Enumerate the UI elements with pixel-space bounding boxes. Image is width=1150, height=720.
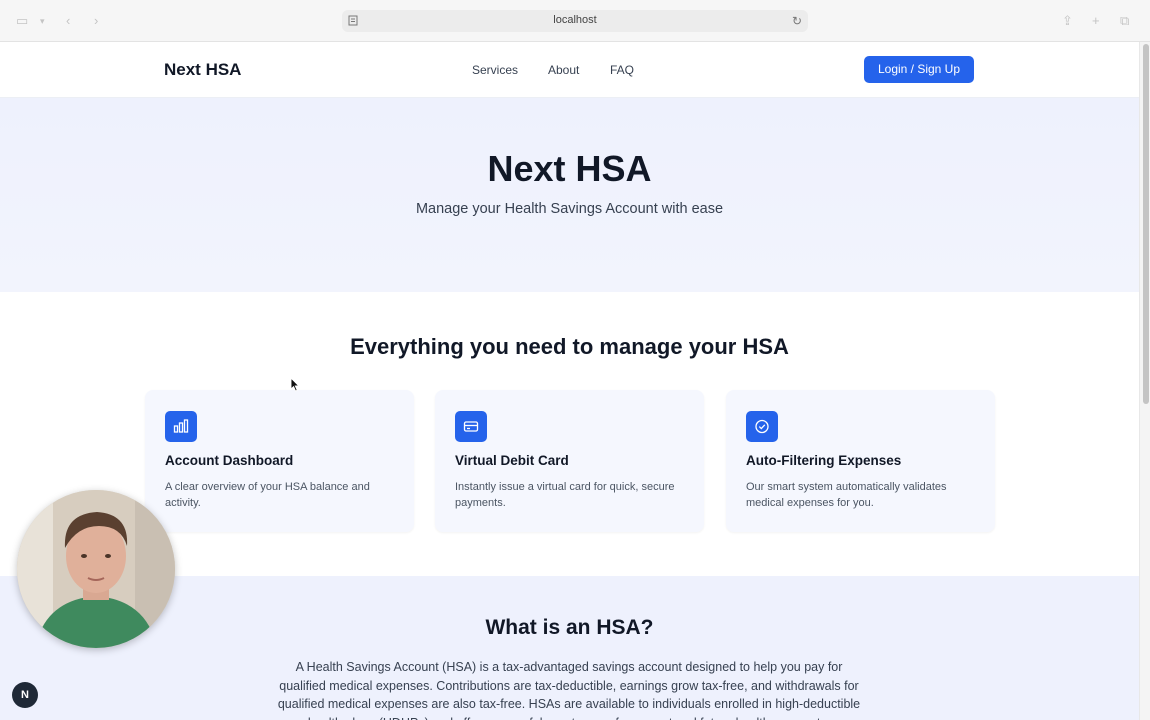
hero-section: Next HSA Manage your Health Savings Acco… [0, 98, 1139, 292]
card-description: Instantly issue a virtual card for quick… [455, 481, 675, 509]
top-navbar: Next HSA Services About FAQ Login / Sign… [0, 42, 1139, 98]
card-description: Our smart system automatically validates… [746, 481, 947, 509]
features-section: Everything you need to manage your HSA A… [0, 292, 1139, 576]
card-title: Auto-Filtering Expenses [746, 453, 902, 468]
about-hsa-section: What is an HSA? A Health Savings Account… [0, 576, 1139, 720]
presenter-avatar [17, 490, 175, 648]
share-icon[interactable]: ⇪ [1062, 13, 1073, 29]
browser-toolbar: ▭ ▾ ‹ › localhost ↻ ⇪ + ⧉ [0, 0, 1150, 42]
address-bar[interactable]: localhost ↻ [342, 10, 808, 32]
webcam-overlay [17, 490, 175, 648]
check-circle-icon [746, 411, 778, 442]
feature-card-auto-filtering: Auto-Filtering Expenses Our smart system… [726, 390, 995, 532]
card-title: Virtual Debit Card [455, 453, 569, 468]
mouse-cursor-icon [290, 377, 300, 392]
hero-subtitle: Manage your Health Savings Account with … [415, 201, 724, 217]
tabs-overview-icon[interactable]: ⧉ [1120, 13, 1129, 29]
login-signup-button[interactable]: Login / Sign Up [864, 56, 974, 83]
sidebar-toggle-icon[interactable]: ▭ [16, 13, 28, 29]
brand-logo[interactable]: Next HSA [164, 60, 241, 80]
bar-chart-icon [165, 411, 197, 442]
back-icon[interactable]: ‹ [66, 13, 70, 28]
nav-link-faq[interactable]: FAQ [610, 63, 634, 77]
card-title: Account Dashboard [165, 453, 294, 468]
reload-icon[interactable]: ↻ [792, 14, 802, 28]
feature-card-dashboard: Account Dashboard A clear overview of yo… [145, 390, 414, 532]
about-title: What is an HSA? [485, 616, 654, 639]
card-description: A clear overview of your HSA balance and… [165, 481, 370, 509]
page-viewport: Next HSA Services About FAQ Login / Sign… [0, 42, 1139, 720]
scrollbar-thumb[interactable] [1143, 44, 1149, 404]
new-tab-icon[interactable]: + [1092, 13, 1100, 28]
chevron-down-icon[interactable]: ▾ [40, 16, 45, 27]
feature-card-virtual-card: Virtual Debit Card Instantly issue a vir… [435, 390, 704, 532]
about-body: A Health Savings Account (HSA) is a tax-… [277, 660, 861, 720]
hero-title: Next HSA [487, 148, 652, 189]
features-title: Everything you need to manage your HSA [350, 334, 789, 359]
credit-card-icon [455, 411, 487, 442]
address-text: localhost [553, 14, 597, 26]
nav-link-about[interactable]: About [548, 63, 579, 77]
n-badge-button[interactable]: N [12, 682, 38, 708]
nav-link-services[interactable]: Services [472, 63, 518, 77]
forward-icon[interactable]: › [94, 13, 98, 28]
page-scrollbar[interactable] [1139, 42, 1150, 720]
